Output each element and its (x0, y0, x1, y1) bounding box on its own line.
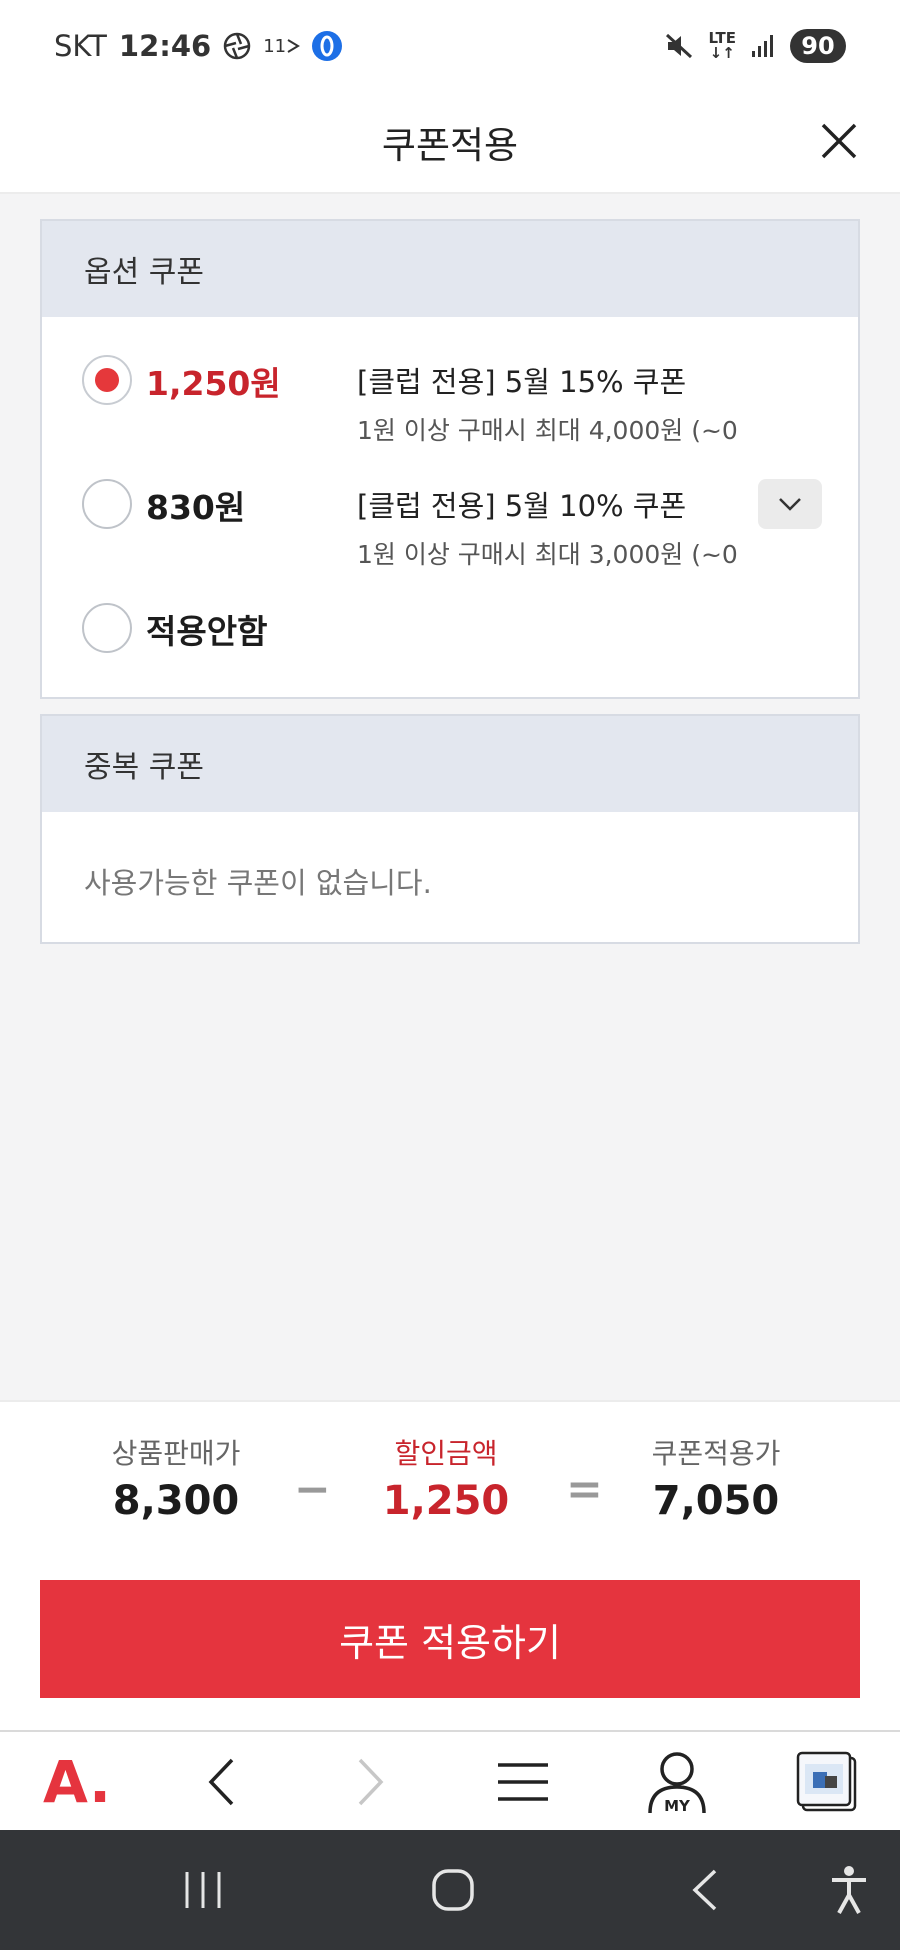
coupon-option-row[interactable]: 적용안함 (42, 603, 858, 703)
coupon-description: 1원 이상 구매시 최대 4,000원 (~0 (357, 416, 738, 445)
lte-icon: LTE ↓↑ (708, 29, 736, 62)
my-page-button[interactable]: MY (632, 1740, 722, 1824)
status-right: LTE ↓↑ 90 (664, 29, 846, 63)
recents-button[interactable] (158, 1852, 248, 1928)
auction-logo: A. (42, 1748, 111, 1816)
sale-price-label: 상품판매가 (111, 1437, 241, 1470)
coupon-name: [클럽 전용] 5월 10% 쿠폰 (357, 489, 687, 523)
chevron-down-icon (779, 498, 801, 511)
user-icon: MY (648, 1752, 706, 1815)
forward-button[interactable] (326, 1740, 416, 1824)
no-coupon-label: 적용안함 (146, 612, 268, 651)
coupon-name: [클럽 전용] 5월 15% 쿠폰 (357, 365, 687, 399)
carrier-label: SKT (54, 29, 107, 63)
accessibility-icon (832, 1866, 866, 1914)
coupon-amount: 1,250원 (146, 364, 281, 403)
eleven-street-icon: 11 (263, 35, 301, 57)
home-icon (432, 1869, 474, 1911)
back-button[interactable] (176, 1740, 266, 1824)
coupon-radio[interactable] (82, 479, 132, 529)
recents-icon (185, 1872, 221, 1908)
final-price-block: 쿠폰적용가 7,050 (606, 1432, 826, 1524)
coupon-radio-selected[interactable] (82, 355, 132, 405)
duplicate-coupon-title: 중복 쿠폰 (42, 716, 858, 812)
empty-message: 사용가능한 쿠폰이 없습니다. (84, 866, 432, 900)
opera-icon (312, 31, 343, 61)
final-price-value: 7,050 (652, 1478, 780, 1524)
sale-price-block: 상품판매가 8,300 (66, 1432, 286, 1524)
system-back-button[interactable] (660, 1852, 750, 1928)
signal-icon (750, 33, 776, 59)
menu-button[interactable] (478, 1740, 568, 1824)
coupon-option-row[interactable]: 1,250원 [클럽 전용] 5월 15% 쿠폰 1원 이상 구매시 최대 4,… (42, 355, 858, 455)
final-price-label: 쿠폰적용가 (651, 1437, 781, 1470)
aperture-icon (223, 32, 251, 60)
home-logo-button[interactable]: A. (32, 1740, 122, 1824)
option-coupon-title: 옵션 쿠폰 (42, 221, 858, 317)
tab-thumbnail-icon (796, 1751, 857, 1812)
battery-icon: 90 (790, 29, 846, 63)
duplicate-coupon-panel: 중복 쿠폰 사용가능한 쿠폰이 없습니다. (40, 714, 860, 944)
home-button[interactable] (408, 1852, 498, 1928)
chevron-right-icon (358, 1758, 384, 1806)
status-left: SKT 12:46 11 (54, 29, 343, 63)
browser-toolbar: A. MY (0, 1730, 900, 1830)
option-coupon-panel: 옵션 쿠폰 1,250원 [클럽 전용] 5월 15% 쿠폰 1원 이상 구매시… (40, 219, 860, 699)
coupon-expand-button[interactable] (758, 479, 822, 529)
minus-sign: − (294, 1464, 331, 1515)
coupon-radio[interactable] (82, 603, 132, 653)
coupon-option-row[interactable]: 830원 [클럽 전용] 5월 10% 쿠폰 1원 이상 구매시 최대 3,00… (42, 479, 858, 579)
price-summary: 상품판매가 8,300 − 할인금액 1,250 = 쿠폰적용가 7,050 쿠… (0, 1400, 900, 1730)
network-label: LTE (708, 29, 736, 47)
system-nav-bar (0, 1830, 900, 1950)
menu-icon (498, 1763, 548, 1801)
header: 쿠폰적용 (0, 92, 900, 194)
close-icon (821, 123, 857, 159)
close-button[interactable] (814, 116, 864, 166)
mute-icon (664, 32, 694, 60)
back-icon (692, 1869, 717, 1911)
sale-price-value: 8,300 (112, 1478, 240, 1524)
apply-coupon-button[interactable]: 쿠폰 적용하기 (40, 1580, 860, 1698)
accessibility-button[interactable] (804, 1852, 894, 1928)
equals-sign: = (566, 1464, 603, 1515)
discount-value: 1,250 (382, 1478, 510, 1524)
page-title: 쿠폰적용 (381, 124, 519, 167)
tabs-button[interactable] (782, 1740, 872, 1824)
coupon-description: 1원 이상 구매시 최대 3,000원 (~0 (357, 540, 738, 569)
coupon-amount: 830원 (146, 488, 246, 527)
clock: 12:46 (118, 29, 212, 63)
logo-letter: A (42, 1748, 89, 1816)
chevron-left-icon (208, 1758, 234, 1806)
discount-block: 할인금액 1,250 (336, 1432, 556, 1524)
discount-label: 할인금액 (394, 1437, 498, 1470)
status-bar: SKT 12:46 11 LTE ↓↑ 90 (0, 0, 900, 92)
my-label: MY (664, 1797, 691, 1815)
eleven-street-label: 11 (263, 35, 287, 57)
